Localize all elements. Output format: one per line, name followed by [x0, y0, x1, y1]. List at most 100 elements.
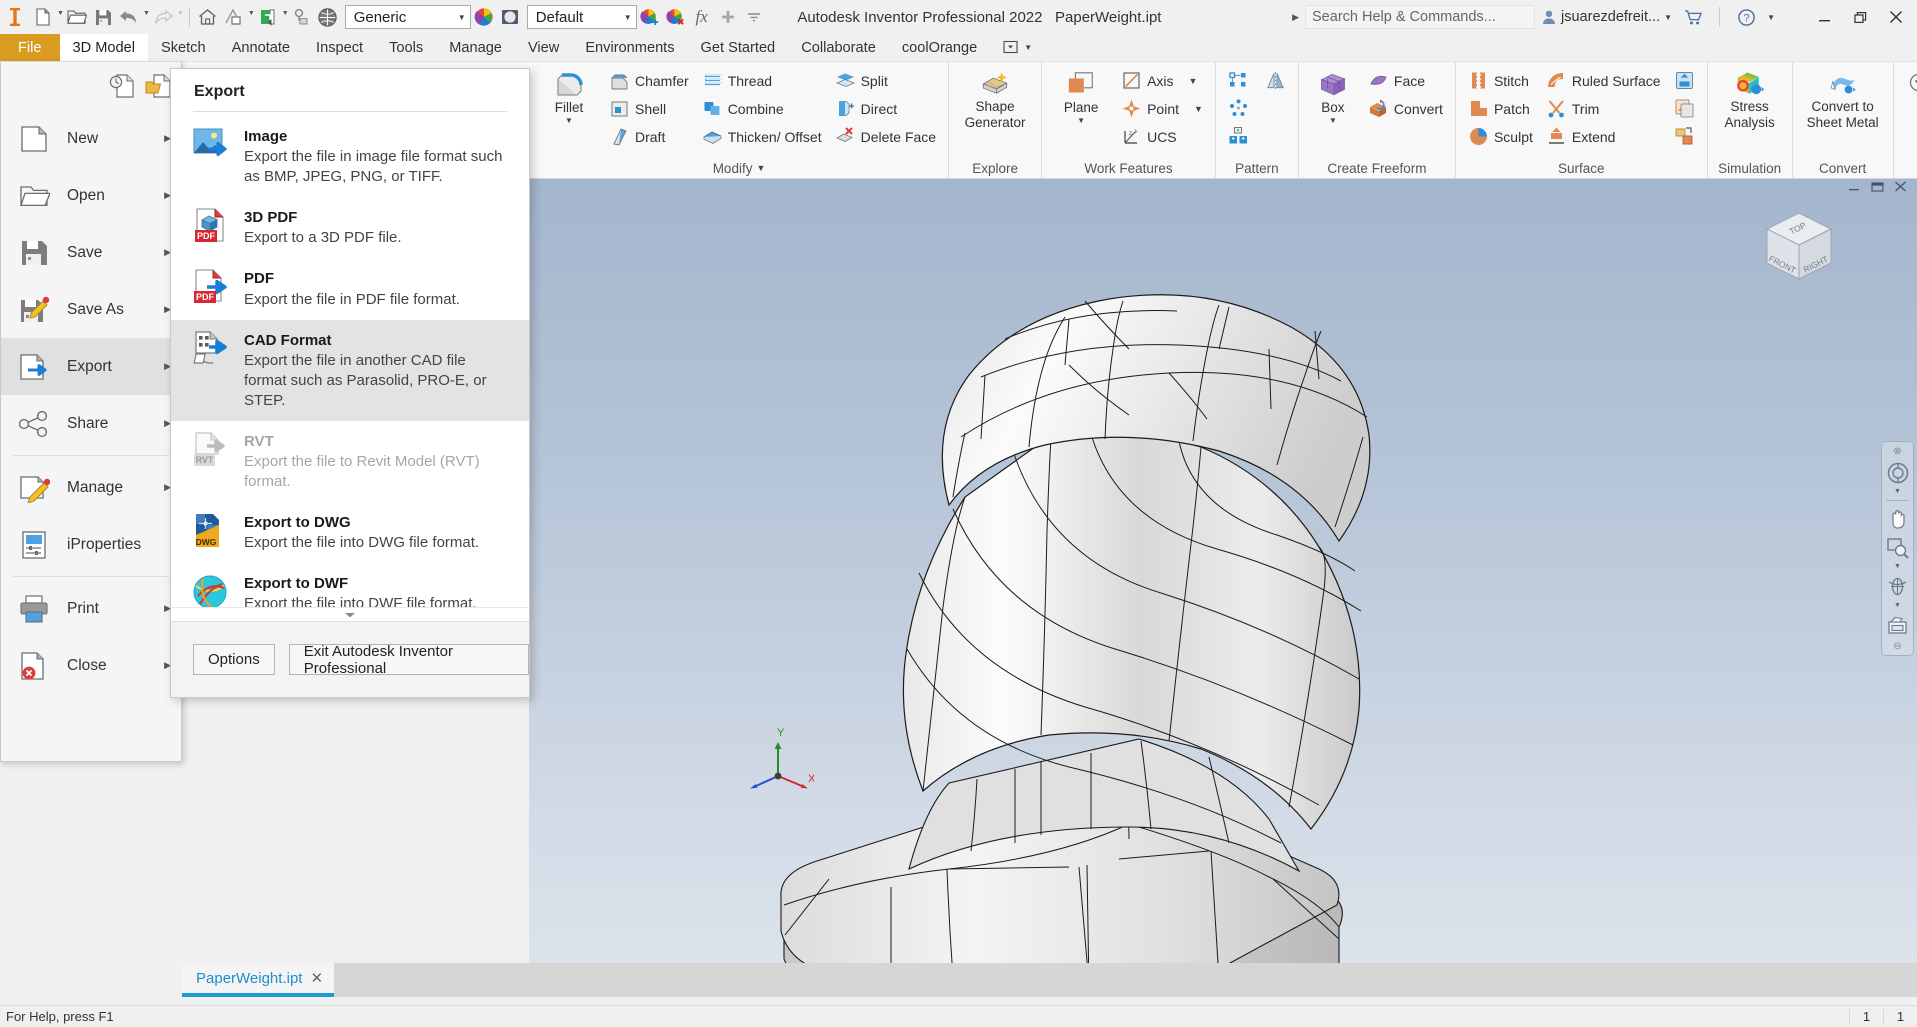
shell-button[interactable]: Shell	[604, 95, 694, 122]
pan-button[interactable]	[1884, 505, 1911, 532]
color-wheel-x-icon[interactable]	[663, 2, 689, 32]
freeform-face-button[interactable]: Face	[1363, 67, 1448, 94]
color-wheel-plus-icon[interactable]	[637, 2, 663, 32]
return-button[interactable]	[221, 2, 247, 32]
tab-collaborate[interactable]: Collaborate	[788, 34, 889, 61]
restore-window-button[interactable]	[1845, 4, 1875, 30]
export-item-pdf[interactable]: PDF PDF Export the file in PDF file form…	[171, 258, 529, 319]
file-menu-item-share[interactable]: Share ▶	[1, 395, 181, 452]
patch-button[interactable]: Patch	[1463, 95, 1538, 122]
replace-face-button[interactable]	[1669, 67, 1700, 94]
file-menu-item-new[interactable]: New ▶	[1, 110, 181, 167]
fillet-dropdown-arrow[interactable]: ▼	[565, 116, 573, 125]
open-documents-button[interactable]	[145, 73, 173, 99]
circular-pattern-button[interactable]	[1223, 95, 1254, 122]
help-dropdown-arrow[interactable]: ▼	[1767, 13, 1775, 22]
point-dropdown-arrow[interactable]: ▼	[1194, 104, 1203, 114]
close-window-button[interactable]	[1881, 4, 1911, 30]
help-button[interactable]: ?	[1731, 4, 1761, 30]
copy-object-button[interactable]	[1669, 95, 1700, 122]
freeform-box-dropdown-arrow[interactable]: ▼	[1329, 116, 1337, 125]
redo-dropdown-arrow[interactable]: ▼	[177, 10, 184, 25]
file-menu-item-print[interactable]: Print ▶	[1, 580, 181, 637]
stress-analysis-button[interactable]: Stress Analysis	[1715, 66, 1785, 133]
point-button[interactable]: Point ▼	[1116, 95, 1208, 122]
tab-manage[interactable]: Manage	[436, 34, 515, 61]
update-dropdown-arrow[interactable]: ▼	[282, 10, 289, 25]
zoom-dropdown-arrow[interactable]: ▼	[1894, 563, 1901, 571]
trim-button[interactable]: Trim	[1541, 95, 1666, 122]
viewport-minimize-button[interactable]	[1848, 181, 1861, 192]
search-input[interactable]: Search Help & Commands...	[1305, 5, 1536, 29]
home-button[interactable]	[195, 2, 221, 32]
chamfer-button[interactable]: Chamfer	[604, 67, 694, 94]
tab-file[interactable]: File	[0, 34, 60, 61]
rectangular-pattern-button[interactable]	[1223, 67, 1254, 94]
tab-inspect[interactable]: Inspect	[303, 34, 376, 61]
freeform-convert-button[interactable]: Convert	[1363, 95, 1448, 122]
fx-icon[interactable]: fx	[689, 2, 715, 32]
export-item-image[interactable]: Image Export the file in image file form…	[171, 116, 529, 197]
3d-viewport[interactable]: TOP FRONT RIGHT ⊗ ▼ ▼ ▼ ⊖ Y X	[529, 179, 1917, 979]
thread-button[interactable]: Thread	[697, 67, 827, 94]
tab-3d-model[interactable]: 3D Model	[59, 34, 148, 61]
export-item-dwf[interactable]: Export to DWF Export the file into DWF f…	[171, 563, 529, 607]
recent-documents-button[interactable]	[109, 73, 137, 99]
return-dropdown-arrow[interactable]: ▼	[248, 10, 255, 25]
appearance-combo[interactable]: Default ▼	[526, 5, 637, 29]
tab-view[interactable]: View	[515, 34, 572, 61]
update-button[interactable]	[255, 2, 281, 32]
menu-small-icon[interactable]: ⊖	[1893, 641, 1901, 652]
sketch-driven-pattern-button[interactable]	[1223, 123, 1254, 150]
plus-icon[interactable]	[715, 2, 741, 32]
export-item-cad-format[interactable]: CAD Format Export the file in another CA…	[171, 319, 529, 421]
material-combo[interactable]: Generic ▼	[344, 5, 471, 29]
file-menu-item-iproperties[interactable]: iProperties	[1, 516, 181, 573]
delete-face-button[interactable]: Delete Face	[830, 123, 941, 150]
orbit-button[interactable]	[1884, 573, 1911, 600]
close-small-icon[interactable]: ⊗	[1893, 447, 1901, 457]
plane-button[interactable]: Plane ▼	[1049, 67, 1113, 128]
chevron-right-icon[interactable]: ▶	[1292, 12, 1299, 23]
axis-button[interactable]: Axis ▼	[1116, 67, 1208, 94]
orbit-dropdown-arrow[interactable]: ▼	[1894, 602, 1901, 610]
redo-button[interactable]	[150, 2, 176, 32]
export-item-dwg[interactable]: DWG Export to DWG Export the file into D…	[171, 502, 529, 563]
shape-generator-button[interactable]: Shape Generator	[956, 66, 1034, 133]
select-button[interactable]	[289, 2, 315, 32]
plane-dropdown-arrow[interactable]: ▼	[1077, 116, 1085, 125]
full-navigation-wheel-button[interactable]	[1884, 459, 1911, 486]
ruled-surface-button[interactable]: Ruled Surface	[1541, 67, 1666, 94]
combine-button[interactable]: Combine	[697, 95, 827, 122]
export-item-3d-pdf[interactable]: PDF 3D PDF Export to a 3D PDF file.	[171, 197, 529, 258]
paperweight-model[interactable]	[529, 179, 1917, 979]
navwheel-dropdown-arrow[interactable]: ▼	[1894, 488, 1901, 496]
open-file-button[interactable]	[64, 2, 90, 32]
save-file-button[interactable]	[90, 2, 116, 32]
viewport-close-button[interactable]	[1894, 181, 1907, 192]
file-menu-item-manage[interactable]: Manage ▶	[1, 459, 181, 516]
sculpt-button[interactable]: Sculpt	[1463, 123, 1538, 150]
freeform-box-button[interactable]: Box ▼	[1306, 67, 1360, 128]
draft-button[interactable]: Draft	[604, 123, 694, 150]
tab-annotate[interactable]: Annotate	[219, 34, 303, 61]
exit-inventor-button[interactable]: Exit Autodesk Inventor Professional	[288, 643, 529, 677]
split-button[interactable]: Split	[830, 67, 941, 94]
color-wheel-icon[interactable]	[471, 2, 497, 32]
extend-button[interactable]: Extend	[1541, 123, 1666, 150]
shopping-cart-icon[interactable]	[1678, 4, 1708, 30]
undo-button[interactable]	[116, 2, 142, 32]
direct-button[interactable]: Direct	[830, 95, 941, 122]
file-menu-item-export[interactable]: Export ▶	[1, 338, 181, 395]
checkered-sphere-button[interactable]	[315, 2, 341, 32]
file-menu-item-close[interactable]: Close ▶	[1, 637, 181, 694]
tab-coolorange[interactable]: coolOrange	[889, 34, 990, 61]
new-file-dropdown-arrow[interactable]: ▼	[57, 10, 64, 25]
account-menu[interactable]: jsuarezdefreit... ▼	[1541, 9, 1672, 25]
new-file-button[interactable]	[30, 2, 56, 32]
stitch-button[interactable]: Stitch	[1463, 67, 1538, 94]
ucs-button[interactable]: z UCS	[1116, 123, 1208, 150]
appearance-sphere-icon[interactable]	[497, 2, 523, 32]
panel-title-modify[interactable]: Modify ▼	[530, 158, 948, 178]
close-icon[interactable]: ✕	[310, 969, 323, 987]
